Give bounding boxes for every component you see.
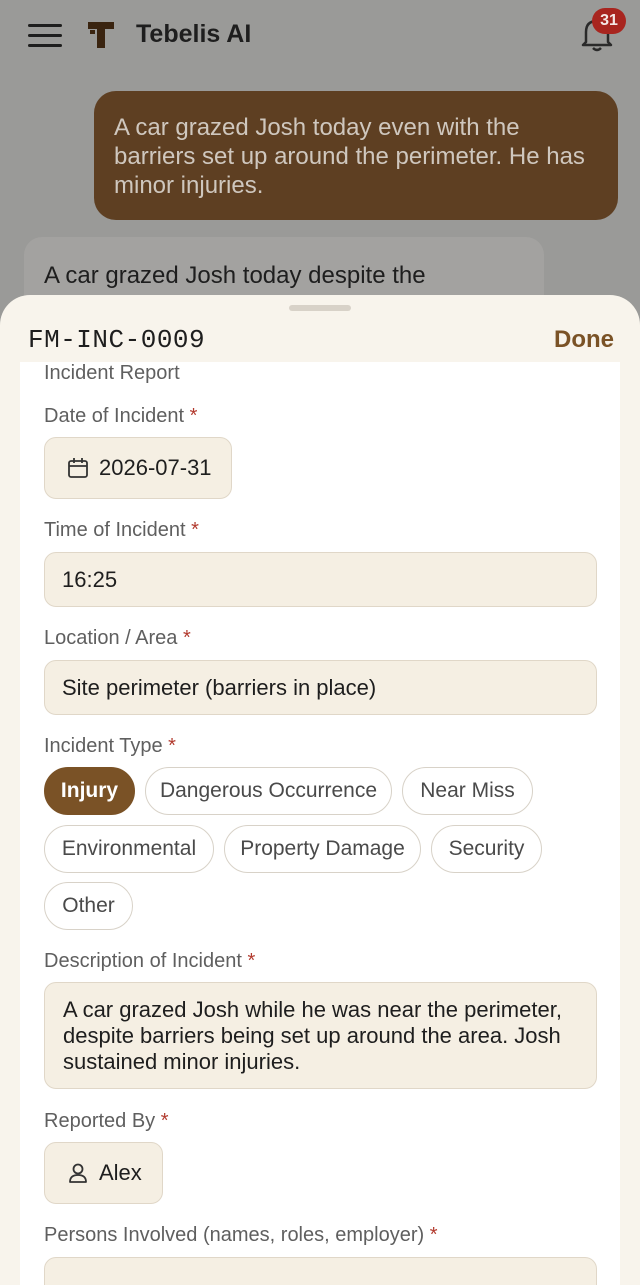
hamburger-menu-icon[interactable] xyxy=(28,24,62,48)
app-header: Tebelis AI 31 xyxy=(0,0,640,72)
required-marker: * xyxy=(429,1224,438,1246)
tebelis-logo-icon xyxy=(88,22,114,48)
chip-security[interactable]: Security xyxy=(431,825,542,873)
time-input[interactable]: 16:25 xyxy=(44,552,597,607)
user-message-bubble: A car grazed Josh today even with the ba… xyxy=(94,91,618,220)
section-title: Incident Report xyxy=(44,362,180,384)
persons-involved-input[interactable] xyxy=(44,1257,597,1285)
incident-type-label-text: Incident Type xyxy=(44,735,163,757)
persons-involved-label-text: Persons Involved (names, roles, employer… xyxy=(44,1224,425,1246)
form-card: Incident Report Date of Incident * 2026-… xyxy=(20,362,620,1285)
app-title: Tebelis AI xyxy=(136,20,252,48)
location-label-text: Location / Area xyxy=(44,627,178,649)
chip-other[interactable]: Other xyxy=(44,882,133,930)
sheet-drag-handle[interactable] xyxy=(289,305,351,311)
date-label-text: Date of Incident xyxy=(44,405,185,427)
required-marker: * xyxy=(191,519,199,541)
chip-environmental[interactable]: Environmental xyxy=(44,825,214,873)
time-label: Time of Incident * xyxy=(44,519,199,542)
chip-near-miss[interactable]: Near Miss xyxy=(402,767,533,815)
persons-involved-label: Persons Involved (names, roles, employer… xyxy=(44,1224,438,1247)
date-label: Date of Incident * xyxy=(44,405,197,428)
time-label-text: Time of Incident xyxy=(44,519,186,541)
calendar-icon xyxy=(68,458,88,478)
chip-dangerous-occurrence[interactable]: Dangerous Occurrence xyxy=(145,767,392,815)
form-id-title: FM-INC-0009 xyxy=(28,325,206,355)
description-textarea[interactable]: A car grazed Josh while he was near the … xyxy=(44,982,597,1089)
required-marker: * xyxy=(247,950,256,972)
description-label-text: Description of Incident xyxy=(44,950,242,972)
reported-by-value: Alex xyxy=(99,1160,142,1185)
incident-form-sheet: FM-INC-0009 Done Incident Report Date of… xyxy=(0,295,640,1285)
location-input[interactable]: Site perimeter (barriers in place) xyxy=(44,660,597,715)
reported-by-label: Reported By * xyxy=(44,1110,169,1133)
time-value: 16:25 xyxy=(62,566,118,592)
required-marker: * xyxy=(183,627,191,649)
required-marker: * xyxy=(168,735,176,757)
notification-badge: 31 xyxy=(592,8,626,34)
required-marker: * xyxy=(189,405,198,427)
required-marker: * xyxy=(160,1110,169,1132)
reported-by-field[interactable]: Alex xyxy=(44,1142,163,1204)
person-icon xyxy=(69,1163,87,1183)
description-label: Description of Incident * xyxy=(44,950,255,973)
done-button[interactable]: Done xyxy=(554,326,614,354)
reported-by-label-text: Reported By xyxy=(44,1110,156,1132)
incident-type-label: Incident Type * xyxy=(44,735,176,758)
chip-injury[interactable]: Injury xyxy=(44,767,135,815)
date-picker-field[interactable]: 2026-07-31 xyxy=(44,437,232,499)
chip-property-damage[interactable]: Property Damage xyxy=(224,825,421,873)
location-value: Site perimeter (barriers in place) xyxy=(62,674,377,700)
location-label: Location / Area * xyxy=(44,627,191,650)
date-value: 2026-07-31 xyxy=(99,455,212,480)
